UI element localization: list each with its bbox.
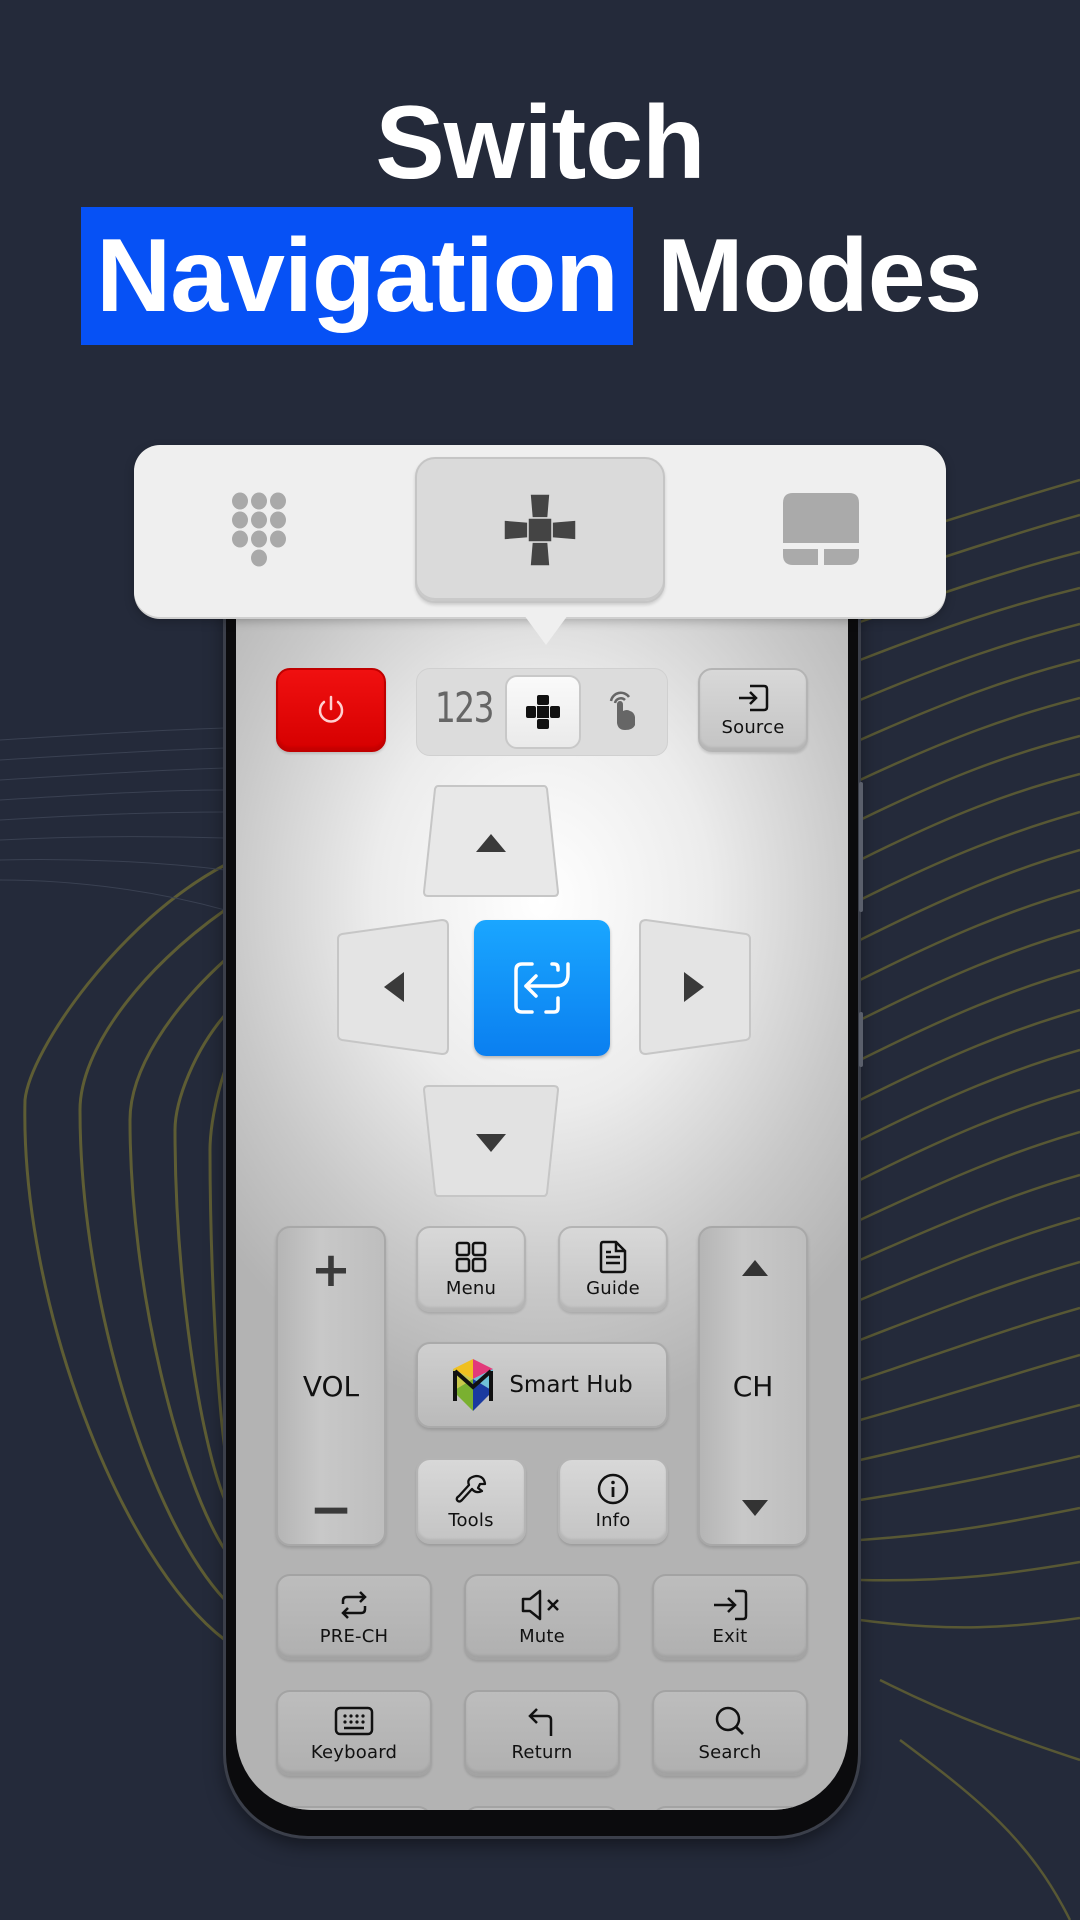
keyboard-label: Keyboard	[310, 1741, 398, 1763]
exit-icon	[714, 1589, 748, 1620]
dpad-ok-button[interactable]	[474, 920, 610, 1056]
menu-grid-icon	[455, 1241, 487, 1272]
search-icon	[715, 1706, 744, 1735]
keyboard-icon	[334, 1706, 374, 1735]
headline-line-2: Navigation Modes	[81, 207, 982, 345]
dpad-icon	[503, 493, 577, 567]
volume-down-button[interactable]: −	[278, 1480, 384, 1540]
mode-option-touchpad[interactable]	[696, 457, 946, 603]
touch-hand-icon	[609, 691, 635, 730]
mode-numpad-label[interactable]: 123	[435, 683, 494, 732]
channel-up-button[interactable]	[740, 1258, 770, 1278]
exit-button[interactable]: Exit	[652, 1574, 808, 1660]
search-button[interactable]: Search	[652, 1690, 808, 1776]
info-button[interactable]: Info	[558, 1458, 668, 1544]
return-label: Return	[511, 1741, 573, 1763]
wrench-icon	[455, 1474, 487, 1503]
phone-frame: 123 Source + VOL − CH Menu Guide Smart H…	[226, 560, 863, 1836]
info-label: Info	[595, 1509, 631, 1531]
headline-line-1: Switch	[375, 85, 705, 201]
remote-screen: 123 Source + VOL − CH Menu Guide Smart H…	[236, 560, 848, 1810]
mode-option-dpad[interactable]	[415, 457, 665, 603]
smart-hub-logo-icon	[453, 1359, 494, 1411]
dpad-left-button[interactable]	[334, 916, 452, 1058]
headline-rest: Modes	[657, 217, 982, 334]
hidden-row-button	[464, 1806, 620, 1810]
pre-ch-button[interactable]: PRE-CH	[276, 1574, 432, 1660]
menu-button[interactable]: Menu	[416, 1226, 526, 1312]
guide-document-icon	[599, 1240, 627, 1273]
phone-side-button-power	[859, 1012, 863, 1067]
smart-hub-button[interactable]: Smart Hub	[416, 1342, 668, 1428]
navigation-mode-popup	[134, 445, 946, 645]
channel-label: CH	[732, 1370, 774, 1403]
popup-pointer	[524, 615, 568, 645]
mute-button[interactable]: Mute	[464, 1574, 620, 1660]
volume-up-button[interactable]: +	[278, 1242, 384, 1298]
hidden-row-button	[276, 1806, 432, 1810]
info-icon	[597, 1473, 629, 1504]
tools-label: Tools	[448, 1509, 494, 1531]
dpad-up-button[interactable]	[420, 782, 562, 900]
mode-option-numpad[interactable]	[134, 457, 384, 603]
numpad-icon	[232, 492, 286, 567]
channel-rocker[interactable]: CH	[698, 1226, 808, 1546]
source-button[interactable]: Source	[698, 668, 808, 752]
mode-touch-option[interactable]	[603, 687, 641, 736]
return-button[interactable]: Return	[464, 1690, 620, 1776]
enter-icon	[514, 962, 570, 1014]
mode-switch[interactable]: 123	[416, 668, 668, 756]
power-icon	[318, 695, 344, 723]
mode-dpad-active[interactable]	[505, 675, 581, 749]
tools-button[interactable]: Tools	[416, 1458, 526, 1544]
mute-speaker-icon	[521, 1589, 559, 1620]
dpad-right-button[interactable]	[636, 916, 754, 1058]
hidden-row-button	[652, 1806, 808, 1810]
return-arrow-icon	[528, 1707, 553, 1736]
previous-channel-icon	[341, 1590, 367, 1619]
power-button[interactable]	[276, 668, 386, 752]
touchpad-icon	[783, 493, 859, 565]
search-label: Search	[698, 1741, 762, 1763]
pre-ch-label: PRE-CH	[319, 1625, 389, 1647]
dpad-icon	[526, 695, 560, 729]
headline-highlight: Navigation	[81, 207, 633, 345]
phone-side-button-volume	[859, 782, 863, 912]
smart-hub-label: Smart Hub	[509, 1372, 633, 1398]
volume-rocker[interactable]: + VOL −	[276, 1226, 386, 1546]
dpad-down-button[interactable]	[420, 1082, 562, 1200]
volume-label: VOL	[302, 1370, 360, 1403]
guide-label: Guide	[586, 1277, 640, 1299]
source-label: Source	[721, 716, 785, 738]
channel-down-button[interactable]	[740, 1498, 770, 1518]
exit-label: Exit	[712, 1625, 748, 1647]
guide-button[interactable]: Guide	[558, 1226, 668, 1312]
keyboard-button[interactable]: Keyboard	[276, 1690, 432, 1776]
mute-label: Mute	[519, 1625, 565, 1647]
menu-label: Menu	[445, 1277, 497, 1299]
source-icon	[739, 684, 769, 711]
